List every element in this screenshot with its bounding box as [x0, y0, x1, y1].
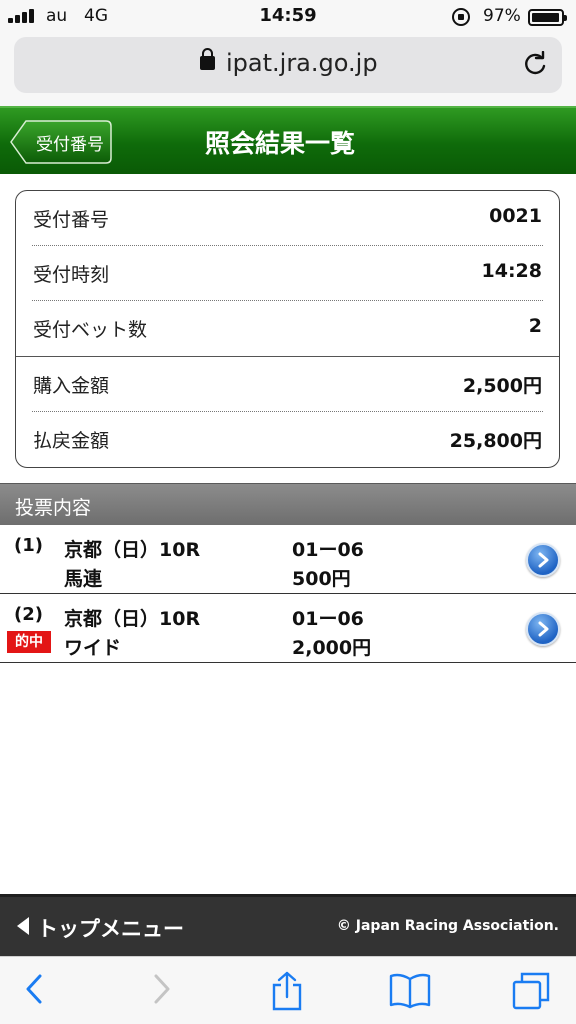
rotation-lock-icon: [452, 8, 470, 26]
summary-value: 2,500円: [462, 375, 542, 397]
bet-row[interactable]: (2) 的中 京都（日）10R ワイド 01ー06 2,000円: [0, 595, 576, 663]
summary-row-bet-count: 受付ベット数 2: [32, 301, 543, 355]
page-header: 受付番号 照会結果一覧: [0, 106, 576, 174]
bet-row[interactable]: (1) 京都（日）10R 馬連 01ー06 500円: [0, 526, 576, 594]
summary-row-receipt-time: 受付時刻 14:28: [32, 246, 543, 300]
page-title-text: 照会結果一覧: [204, 129, 355, 158]
summary-label: 受付ベット数: [33, 319, 148, 341]
address-bar[interactable]: ipat.jra.go.jp: [14, 37, 562, 93]
summary-value: 0021: [489, 205, 542, 227]
hit-badge: 的中: [7, 631, 51, 653]
bet-detail-button[interactable]: [526, 543, 560, 577]
left-triangle-icon: [17, 917, 29, 935]
bet-combination: 01ー06: [292, 608, 364, 630]
chevron-right-icon: [538, 621, 549, 637]
summary-value: 14:28: [481, 260, 542, 282]
reload-icon[interactable]: [522, 51, 548, 77]
summary-value: 25,800円: [449, 430, 542, 452]
bet-amount: 2,000円: [292, 637, 372, 659]
page-footer: トップメニュー © Japan Racing Association.: [0, 894, 576, 956]
back-arrow-icon[interactable]: [22, 971, 46, 1007]
padlock-icon: [200, 48, 215, 70]
top-menu-link[interactable]: トップメニュー: [37, 913, 184, 943]
bet-combination: 01ー06: [292, 539, 364, 561]
bet-race: 京都（日）10R: [64, 539, 201, 561]
summary-label: 払戻金額: [33, 430, 110, 452]
bet-amount: 500円: [292, 568, 351, 590]
bet-detail-button[interactable]: [526, 612, 560, 646]
url-text[interactable]: ipat.jra.go.jp: [226, 49, 378, 77]
browser-address-area: ipat.jra.go.jp: [0, 34, 576, 106]
summary-value: 2: [528, 315, 542, 337]
bet-type: 馬連: [64, 568, 103, 590]
status-bar: au 4G 14:59 97%: [0, 0, 576, 34]
summary-row-purchase-amount: 購入金額 2,500円: [32, 357, 543, 411]
copyright: © Japan Racing Association.: [336, 918, 559, 934]
summary-label: 受付番号: [33, 209, 110, 231]
battery-icon: [528, 9, 567, 26]
summary-row-receipt-number: 受付番号 0021: [32, 191, 543, 245]
section-title: 投票内容: [15, 497, 92, 519]
bet-number: (2): [14, 604, 43, 625]
battery-percentage: 97%: [483, 6, 521, 26]
browser-toolbar: [0, 956, 576, 1024]
page-title: 照会結果一覧: [0, 124, 576, 160]
bookmarks-icon[interactable]: [388, 971, 432, 1011]
forward-arrow-icon[interactable]: [150, 971, 174, 1007]
tabs-icon[interactable]: [510, 971, 552, 1011]
summary-row-payout-amount: 払戻金額 25,800円: [32, 412, 543, 466]
section-header: 投票内容: [0, 483, 576, 525]
chevron-right-icon: [538, 552, 549, 568]
summary-card: 受付番号 0021 受付時刻 14:28 受付ベット数 2 購入金額 2,500…: [15, 190, 560, 468]
summary-label: 購入金額: [33, 375, 110, 397]
share-icon[interactable]: [270, 971, 304, 1011]
bet-race: 京都（日）10R: [64, 608, 201, 630]
bet-number: (1): [14, 535, 43, 556]
bet-type: ワイド: [64, 637, 122, 659]
summary-label: 受付時刻: [33, 264, 110, 286]
